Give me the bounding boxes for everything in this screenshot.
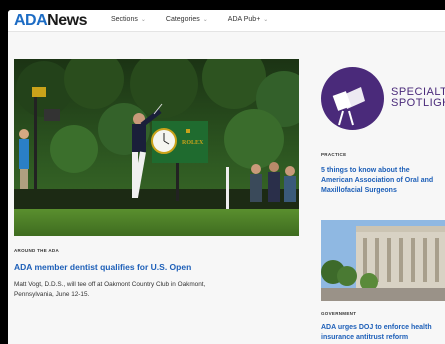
nav-ada-pub-label: ADA Pub+ <box>227 16 261 23</box>
main-story-description-line: Pennsylvania, June 12-15. <box>14 291 90 298</box>
government-building-illustration <box>321 220 445 301</box>
nav-categories[interactable]: Categories ⌄ <box>166 16 208 23</box>
practice-headline-line: 5 things to know about the <box>321 167 410 174</box>
nav-ada-pub[interactable]: ADA Pub+ ⌄ <box>228 16 269 23</box>
main-story-kicker: AROUND THE ADA <box>14 248 60 253</box>
practice-headline-line: American Association of Oral and <box>321 177 434 184</box>
chevron-down-icon: ⌄ <box>202 17 208 23</box>
site-header: ADA News Sections ⌄ Categories ⌄ ADA Pub… <box>8 10 445 32</box>
practice-headline[interactable]: 5 things to know about the American Asso… <box>321 166 433 196</box>
main-story-description: Matt Vogt, D.D.S., will tee off at Oakmo… <box>14 280 205 300</box>
main-story-headline[interactable]: ADA member dentist qualifies for U.S. Op… <box>14 262 191 272</box>
main-story-description-line: Matt Vogt, D.D.S., will tee off at Oakmo… <box>14 281 206 288</box>
main-story-image[interactable]: ROLEX <box>14 59 299 236</box>
spotlight-lamp-icon[interactable] <box>321 67 384 130</box>
nav-sections[interactable]: Sections ⌄ <box>111 16 146 23</box>
chevron-down-icon: ⌄ <box>263 17 269 23</box>
practice-kicker: PRACTICE <box>321 152 347 157</box>
chevron-down-icon: ⌄ <box>140 17 146 23</box>
rolex-sign-text: ROLEX <box>182 140 204 146</box>
spotlight-title-line: SPOTLIGH <box>391 97 445 109</box>
nav-categories-label: Categories <box>165 16 200 23</box>
browser-viewport: ADA News Sections ⌄ Categories ⌄ ADA Pub… <box>8 10 445 344</box>
ada-news-logo[interactable]: ADA News <box>14 12 87 30</box>
practice-headline-line: Maxillofacial Surgeons <box>321 187 397 194</box>
government-kicker: GOVERNMENT <box>321 311 357 316</box>
government-headline-line: ADA urges DOJ to enforce health <box>321 324 432 331</box>
nav-sections-label: Sections <box>111 16 138 23</box>
logo-ada-text: ADA <box>14 12 48 29</box>
government-headline-line: insurance antitrust reform <box>321 334 409 341</box>
government-story-image[interactable] <box>321 220 445 301</box>
main-nav: Sections ⌄ Categories ⌄ ADA Pub+ ⌄ <box>111 16 288 23</box>
specialty-spotlight-title[interactable]: SPECIALT SPOTLIGH <box>391 87 445 109</box>
golf-scene-illustration: ROLEX <box>14 59 299 236</box>
logo-news-text: News <box>47 12 87 29</box>
government-headline[interactable]: ADA urges DOJ to enforce health insuranc… <box>321 323 432 343</box>
